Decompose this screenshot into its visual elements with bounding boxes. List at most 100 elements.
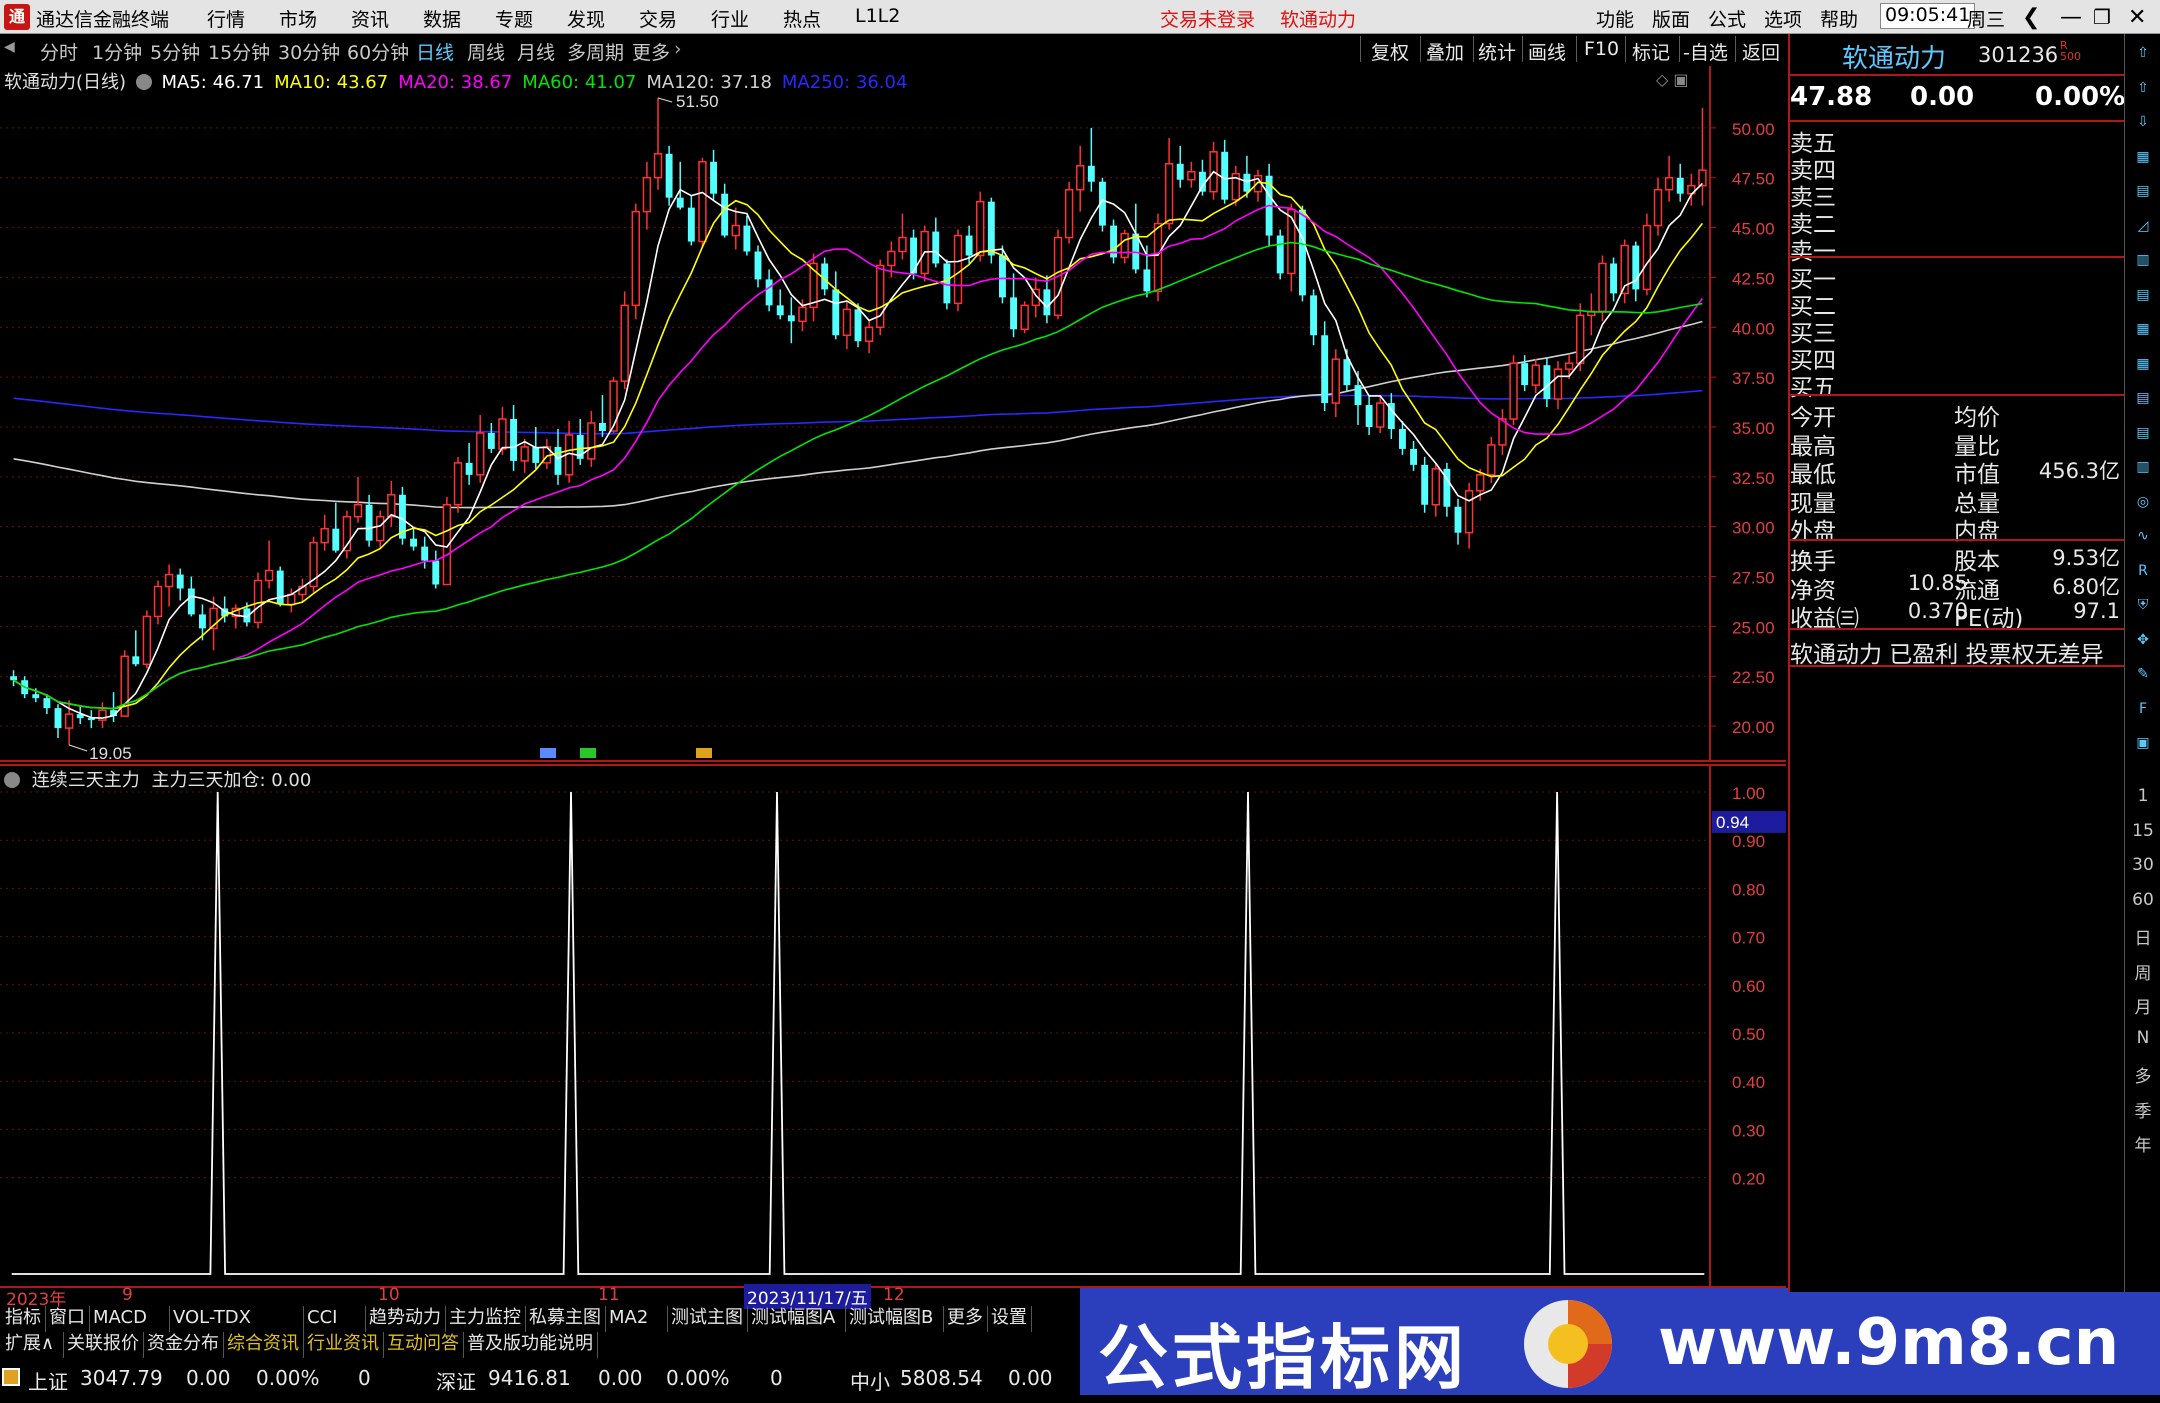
tool-huaxian[interactable]: 画线 (1528, 38, 1566, 65)
bottom-tab-6[interactable]: 主力监控 (446, 1306, 526, 1332)
tool-tongji[interactable]: 统计 (1478, 38, 1516, 65)
tab-more[interactable]: 更多 (632, 38, 670, 65)
tab-5min[interactable]: 5分钟 (150, 38, 200, 65)
sidebar-wave-icon[interactable]: ∿ (2130, 523, 2156, 549)
tab-15min[interactable]: 15分钟 (208, 38, 270, 65)
zx-name[interactable]: 中小 (850, 1366, 890, 1395)
sidebar-image-icon[interactable]: ▣ (2130, 730, 2156, 756)
sidebar-period-4[interactable]: 日 (2125, 924, 2160, 949)
sidebar-grid-icon[interactable]: ▤ (2130, 178, 2156, 204)
bottom-tab-8[interactable]: MA2 (606, 1306, 668, 1332)
bottom-tab-0[interactable]: 指标 (2, 1306, 46, 1332)
menu-jiaoyi[interactable]: 交易 (639, 5, 677, 32)
sidebar-candle-icon[interactable]: ▥ (2130, 247, 2156, 273)
sidebar-pen-icon[interactable]: ✎ (2130, 661, 2156, 687)
tab-60min[interactable]: 60分钟 (347, 38, 409, 65)
menu-hangqing[interactable]: 行情 (207, 5, 245, 32)
menu-faxian[interactable]: 发现 (567, 5, 605, 32)
more-chevron-icon[interactable]: › (674, 38, 682, 60)
collapse-arrow-icon[interactable]: ◀ (4, 39, 15, 55)
sidebar-search-icon[interactable]: ◎ (2130, 489, 2156, 515)
sidebar-period-3[interactable]: 60 (2125, 890, 2160, 910)
bottom-tab-3[interactable]: VOL-TDX (170, 1306, 304, 1332)
indicator-chart[interactable]: 1.00 0.90 0.80 0.70 0.60 0.50 0.40 0.30 0.20 0.94 (0, 764, 1786, 1288)
ext-tab-6[interactable]: 普及版功能说明 (464, 1332, 598, 1358)
ext-tab-3[interactable]: 综合资讯 (224, 1332, 304, 1358)
tool-zixuan[interactable]: -自选 (1683, 38, 1728, 65)
sidebar-table-icon[interactable]: ▦ (2130, 351, 2156, 377)
login-status[interactable]: 交易未登录 (1160, 5, 1255, 32)
sidebar-period-9[interactable]: 季 (2125, 1097, 2160, 1122)
ext-tab-4[interactable]: 行业资讯 (304, 1332, 384, 1358)
sidebar-line-chart-icon[interactable]: ◿ (2130, 213, 2156, 239)
back-arrow-icon[interactable]: ❮ (2022, 5, 2040, 30)
ext-tab-5[interactable]: 互动问答 (384, 1332, 464, 1358)
bottom-tab-9[interactable]: 测试主图 (668, 1306, 748, 1332)
ext-tab-0[interactable]: 扩展∧ (2, 1332, 64, 1358)
candlestick-chart[interactable]: 50.00 47.50 45.00 42.50 40.00 37.50 35.00 32.50… (0, 66, 1786, 762)
indicator-toggle-icon[interactable] (4, 772, 20, 788)
sh-name[interactable]: 上证 (28, 1366, 68, 1395)
legend-toggle-icon[interactable] (135, 74, 152, 90)
menu-bangzhu[interactable]: 帮助 (1820, 5, 1858, 32)
menu-zixun[interactable]: 资讯 (351, 5, 389, 32)
sz-name[interactable]: 深证 (436, 1366, 476, 1395)
tab-weekly[interactable]: 周线 (467, 38, 505, 65)
bottom-tab-2[interactable]: MACD (90, 1306, 170, 1332)
bottom-tab-12[interactable]: 更多 (944, 1306, 988, 1332)
menu-l1l2[interactable]: L1L2 (855, 5, 900, 27)
sidebar-arrow-down-icon[interactable]: ⇩ (2130, 109, 2156, 135)
tool-diejia[interactable]: 叠加 (1426, 38, 1464, 65)
tool-biaoji[interactable]: 标记 (1632, 38, 1670, 65)
bottom-tab-10[interactable]: 测试幅图A (748, 1306, 846, 1332)
tab-30min[interactable]: 30分钟 (278, 38, 340, 65)
tab-multi-period[interactable]: 多周期 (567, 38, 624, 65)
menu-banmian[interactable]: 版面 (1652, 5, 1690, 32)
sidebar-shield-icon[interactable]: ⛨ (2130, 592, 2156, 618)
menu-shichang[interactable]: 市场 (279, 5, 317, 32)
sidebar-period-10[interactable]: 年 (2125, 1131, 2160, 1156)
menu-zhuanti[interactable]: 专题 (495, 5, 533, 32)
sidebar-chart-icon[interactable]: ▦ (2130, 144, 2156, 170)
tab-daily[interactable]: 日线 (416, 38, 454, 65)
restore-icon[interactable]: ❐ (2093, 5, 2111, 29)
bottom-tab-11[interactable]: 测试幅图B (846, 1306, 944, 1332)
menu-gongshi[interactable]: 公式 (1708, 5, 1746, 32)
minimize-icon[interactable]: — (2060, 5, 2082, 30)
tool-fanhui[interactable]: 返回 (1742, 38, 1780, 65)
ext-tab-1[interactable]: 关联报价 (64, 1332, 144, 1358)
menu-shuju[interactable]: 数据 (423, 5, 461, 32)
sidebar-move-icon[interactable]: ✥ (2130, 627, 2156, 653)
bottom-tab-13[interactable]: 设置 (988, 1306, 1032, 1332)
menu-redian[interactable]: 热点 (783, 5, 821, 32)
tab-1min[interactable]: 1分钟 (92, 38, 142, 65)
sidebar-rsi-icon[interactable]: R (2130, 558, 2156, 584)
tool-fuquan[interactable]: 复权 (1371, 38, 1409, 65)
bottom-tab-1[interactable]: 窗口 (46, 1306, 90, 1332)
tab-fenshi[interactable]: 分时 (40, 38, 78, 65)
sidebar-period-2[interactable]: 30 (2125, 855, 2160, 875)
sidebar-f10-icon[interactable]: ▦ (2130, 316, 2156, 342)
chart-options-icon[interactable]: ◇ ▣ (1656, 70, 1689, 89)
sidebar-arrow-up-icon[interactable]: ⇧ (2130, 75, 2156, 101)
menu-xuanxiang[interactable]: 选项 (1764, 5, 1802, 32)
sidebar-period-7[interactable]: N (2125, 1028, 2160, 1048)
menu-gongneng[interactable]: 功能 (1596, 5, 1634, 32)
ext-tab-2[interactable]: 资金分布 (144, 1332, 224, 1358)
sidebar-fs2-icon[interactable]: F (2130, 696, 2156, 722)
sidebar-period-0[interactable]: 1 (2125, 786, 2160, 806)
bottom-tab-7[interactable]: 私募主图 (526, 1306, 606, 1332)
sidebar-fs-icon[interactable]: ▥ (2130, 454, 2156, 480)
sidebar-period-5[interactable]: 周 (2125, 959, 2160, 984)
tab-monthly[interactable]: 月线 (517, 38, 555, 65)
sidebar-period-1[interactable]: 15 (2125, 821, 2160, 841)
bottom-tab-4[interactable]: CCI (304, 1306, 366, 1332)
sidebar-info-icon[interactable]: ▤ (2130, 385, 2156, 411)
bottom-tab-5[interactable]: 趋势动力 (366, 1306, 446, 1332)
sidebar-period-6[interactable]: 月 (2125, 993, 2160, 1018)
close-icon[interactable]: ✕ (2128, 5, 2146, 30)
sidebar-doc-icon[interactable]: ▤ (2130, 420, 2156, 446)
sidebar-period-8[interactable]: 多 (2125, 1062, 2160, 1087)
menu-hangye[interactable]: 行业 (711, 5, 749, 32)
sidebar-list-icon[interactable]: ▤ (2130, 282, 2156, 308)
